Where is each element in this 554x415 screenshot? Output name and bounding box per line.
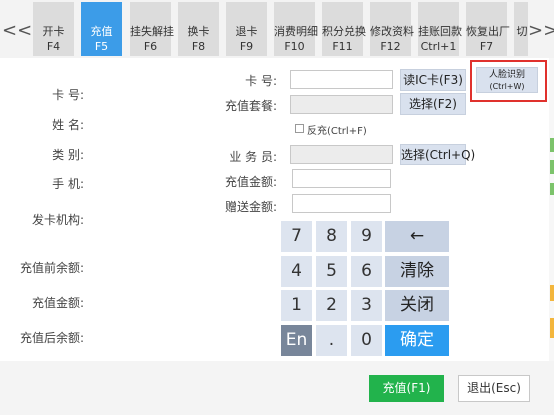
edge-marker-green	[550, 138, 554, 152]
gift-label: 赠送金额:	[224, 200, 277, 214]
select-package-button[interactable]: 选择(F2)	[400, 93, 466, 115]
package-input[interactable]	[290, 95, 393, 114]
tab-change-card[interactable]: 换卡 F8	[178, 2, 219, 56]
recharge-button[interactable]: 充值(F1)	[369, 375, 444, 402]
reverse-label: 反充(Ctrl+F)	[307, 126, 367, 137]
key-3[interactable]: 3	[351, 290, 382, 321]
key-0[interactable]: 0	[351, 325, 382, 356]
tab-partial[interactable]: 切	[514, 2, 528, 56]
salesperson-input[interactable]	[290, 145, 393, 164]
close-key[interactable]: 关闭	[385, 290, 449, 321]
category-info-label: 类 别:	[52, 148, 84, 162]
face-recognition-button[interactable]: 人脸识别 (Ctrl+W)	[476, 67, 538, 93]
amount-info-label: 充值金额:	[31, 296, 84, 310]
confirm-key[interactable]: 确定	[385, 325, 449, 356]
key-5[interactable]: 5	[316, 256, 347, 287]
key-en[interactable]: En	[281, 325, 312, 356]
name-info-label: 姓 名:	[52, 118, 84, 132]
key-6[interactable]: 6	[351, 256, 382, 287]
key-7[interactable]: 7	[281, 221, 312, 252]
tab-open-card[interactable]: 开卡 F4	[33, 2, 74, 56]
next-arrow-button[interactable]: >>	[528, 20, 554, 41]
balance-before-label: 充值前余额:	[19, 261, 84, 275]
reverse-checkbox[interactable]	[295, 124, 304, 133]
edge-marker-green	[550, 160, 554, 174]
issuer-info-label: 发卡机构:	[31, 213, 84, 227]
tab-points-exchange[interactable]: 积分兑换 F11	[322, 2, 366, 56]
toolbar: << 开卡 F4 充值 F5 挂失解挂 F6 换卡 F8 退卡 F9 消费明细 F10 积分…	[0, 0, 554, 58]
tab-credit-payback[interactable]: 挂账回款 Ctrl+1	[418, 2, 462, 56]
edge-marker-orange	[550, 285, 554, 301]
tab-recharge[interactable]: 充值 F5	[81, 2, 122, 56]
key-dot[interactable]: .	[316, 325, 347, 356]
prev-arrow-button[interactable]: <<	[2, 20, 32, 41]
amount-input[interactable]	[292, 169, 391, 188]
card-no-label: 卡 号:	[245, 74, 277, 88]
balance-after-label: 充值后余额:	[19, 331, 84, 345]
key-4[interactable]: 4	[281, 256, 312, 287]
package-label: 充值套餐:	[224, 99, 277, 113]
gift-input[interactable]	[292, 194, 391, 213]
right-edge-strip	[549, 58, 554, 361]
tab-factory-reset[interactable]: 恢复出厂 F7	[466, 2, 510, 56]
edge-marker-orange	[550, 318, 554, 338]
tab-report-loss[interactable]: 挂失解挂 F6	[130, 2, 174, 56]
key-1[interactable]: 1	[281, 290, 312, 321]
card-no-input[interactable]	[290, 70, 393, 89]
amount-label: 充值金额:	[224, 175, 277, 189]
select-staff-button[interactable]: 选择(Ctrl+Q)	[400, 144, 475, 165]
tab-edit-profile[interactable]: 修改资料 F12	[370, 2, 414, 56]
edge-marker-green	[550, 183, 554, 195]
key-8[interactable]: 8	[316, 221, 347, 252]
key-2[interactable]: 2	[316, 290, 347, 321]
card-no-info-label: 卡 号:	[52, 88, 84, 102]
tab-refund-card[interactable]: 退卡 F9	[226, 2, 267, 56]
backspace-key[interactable]: ←	[385, 221, 449, 252]
key-9[interactable]: 9	[351, 221, 382, 252]
phone-info-label: 手 机:	[52, 177, 84, 191]
salesperson-label: 业 务 员:	[229, 150, 277, 164]
exit-button[interactable]: 退出(Esc)	[458, 375, 530, 402]
tab-consumption-detail[interactable]: 消费明细 F10	[274, 2, 318, 56]
read-ic-card-button[interactable]: 读IC卡(F3)	[400, 69, 466, 91]
clear-key[interactable]: 清除	[385, 256, 449, 287]
